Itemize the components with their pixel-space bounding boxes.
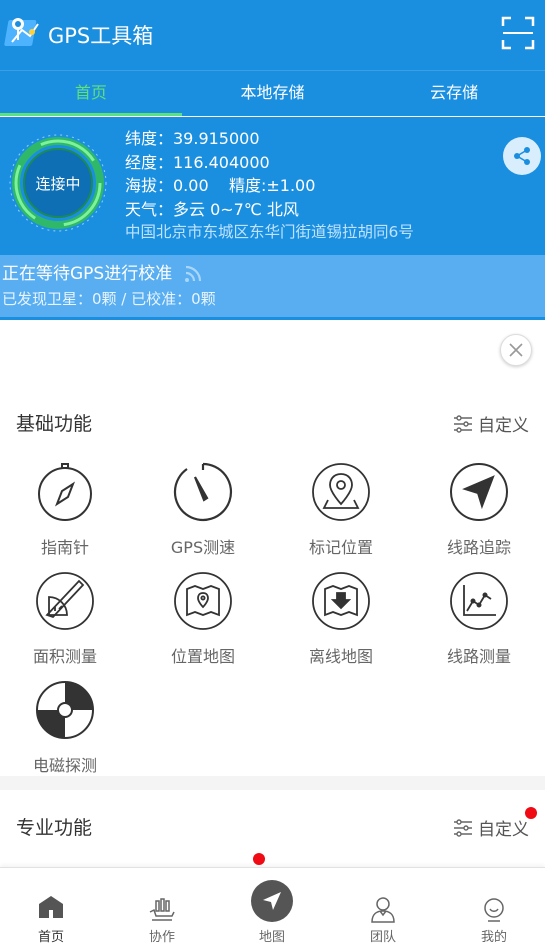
feature-label: 离线地图 xyxy=(308,647,373,666)
customize-label: 自定义 xyxy=(478,820,529,840)
pro-customize-button[interactable]: 自定义 xyxy=(453,815,529,840)
gps-panel: 连接中 纬度：39.915000 经度：116.404000 海拔：0.00 精… xyxy=(0,117,545,255)
feature-gps-speed[interactable]: GPS测速 xyxy=(138,462,268,558)
scan-icon[interactable] xyxy=(501,16,535,50)
profile-icon xyxy=(484,898,504,922)
nav-label: 地图 xyxy=(258,930,285,945)
top-tabs: 首页 本地存储 云存储 xyxy=(0,70,545,116)
nav-label: 首页 xyxy=(37,930,64,945)
feature-label: GPS测速 xyxy=(170,538,236,557)
collaborate-icon xyxy=(149,898,175,921)
feature-location-map[interactable]: 位置地图 xyxy=(138,571,268,667)
feature-label: 面积测量 xyxy=(32,647,97,666)
feature-route-tracking[interactable]: 线路追踪 xyxy=(414,462,544,558)
protractor-icon xyxy=(36,572,94,630)
address-text: 中国北京市东城区东华门街道锡拉胡同6号 xyxy=(125,223,414,241)
compass-icon xyxy=(38,463,92,521)
map-pin-icon xyxy=(174,572,232,630)
gps-calibration-status: 正在等待GPS进行校准 已发现卫星：0颗 / 已校准：0颗 xyxy=(0,255,545,317)
feature-compass[interactable]: 指南针 xyxy=(0,462,130,558)
location-pin-icon xyxy=(312,463,370,521)
status-title: 正在等待GPS进行校准 xyxy=(2,259,204,284)
feature-area-measure[interactable]: 面积测量 xyxy=(0,571,130,667)
feature-label: 电磁探测 xyxy=(32,756,97,775)
speedometer-icon xyxy=(173,462,233,522)
altitude-accuracy-text: 海拔：0.00 精度:±1.00 xyxy=(125,176,316,195)
feature-mark-location[interactable]: 标记位置 xyxy=(276,462,406,558)
settings-sliders-icon xyxy=(454,414,472,433)
nav-label: 协作 xyxy=(148,930,175,945)
gps-info: 纬度：39.915000 经度：116.404000 海拔：0.00 精度:±1… xyxy=(125,127,414,245)
tab-cloud-storage[interactable]: 云存储 xyxy=(363,71,545,116)
map-fab-button[interactable] xyxy=(251,880,293,922)
gps-ring-label: 连接中 xyxy=(35,175,80,193)
team-icon xyxy=(371,897,395,923)
tab-home[interactable]: 首页 xyxy=(0,71,182,116)
navigation-arrow-icon xyxy=(450,463,508,521)
notification-badge xyxy=(253,853,265,865)
satellite-count: 已发现卫星：0颗 / 已校准：0颗 xyxy=(2,290,216,308)
feature-label: 线路测量 xyxy=(446,647,511,666)
pro-section-title: 专业功能 xyxy=(16,817,93,839)
feature-route-measure[interactable]: 线路测量 xyxy=(414,571,544,667)
line-chart-icon xyxy=(450,572,508,630)
app-logo-icon xyxy=(4,18,39,46)
share-button[interactable] xyxy=(503,137,541,175)
signal-icon xyxy=(184,265,201,282)
offline-map-icon xyxy=(312,572,370,630)
gps-status-ring[interactable]: 连接中 xyxy=(6,131,110,235)
weather-text: 天气：多云 0~7℃ 北风 xyxy=(125,199,299,219)
tab-local-storage[interactable]: 本地存储 xyxy=(182,71,364,116)
disc-icon xyxy=(36,681,94,739)
feature-label: 线路追踪 xyxy=(446,538,511,557)
status-title-text: 正在等待GPS进行校准 xyxy=(2,264,173,284)
feature-em-detect[interactable]: 电磁探测 xyxy=(0,680,130,776)
feature-offline-map[interactable]: 离线地图 xyxy=(276,571,406,667)
customize-label: 自定义 xyxy=(478,416,529,436)
nav-label: 团队 xyxy=(369,930,396,945)
feature-label: 位置地图 xyxy=(170,647,235,666)
app-header: GPS工具箱 xyxy=(0,0,545,70)
close-icon xyxy=(509,343,523,357)
map-navigation-icon xyxy=(263,892,281,910)
home-icon xyxy=(39,896,63,918)
longitude-text: 经度：116.404000 xyxy=(125,152,270,172)
nav-label: 我的 xyxy=(480,930,507,945)
feature-label: 指南针 xyxy=(40,538,89,557)
section-divider xyxy=(0,776,545,790)
app-title: GPS工具箱 xyxy=(48,24,154,48)
feature-label: 标记位置 xyxy=(308,538,373,557)
share-icon xyxy=(514,147,530,165)
close-button[interactable] xyxy=(500,334,532,366)
basic-customize-button[interactable]: 自定义 xyxy=(453,411,529,436)
divider-line xyxy=(0,317,545,320)
notification-badge xyxy=(525,807,537,819)
latitude-text: 纬度：39.915000 xyxy=(125,129,260,148)
basic-section-title: 基础功能 xyxy=(16,413,93,435)
settings-sliders-icon xyxy=(454,818,472,837)
